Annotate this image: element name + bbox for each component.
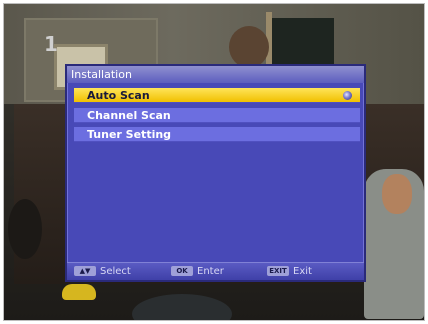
background-person-face [382,174,412,214]
background-yellow-object [62,284,96,300]
tv-screen: 1 Installation Auto Scan Channel Scan Tu… [3,3,425,321]
ok-key-icon: OK [171,266,193,276]
footer-enter-label: Enter [197,266,224,277]
menu-item-auto-scan[interactable]: Auto Scan [74,88,360,103]
background-person-left [8,199,42,259]
installation-menu: Installation Auto Scan Channel Scan Tune… [65,64,366,282]
exit-key-icon: EXIT [267,266,289,276]
menu-item-label: Tuner Setting [87,128,172,141]
menu-title: Installation [67,66,364,83]
selected-indicator-icon [343,91,352,100]
menu-item-label: Channel Scan [87,109,171,122]
background-person-bottom [132,294,232,320]
channel-logo: 1 [44,32,58,56]
up-down-arrow-icon: ▲▼ [74,266,96,276]
menu-item-label: Auto Scan [87,89,150,102]
menu-item-channel-scan[interactable]: Channel Scan [74,108,360,123]
footer-exit-label: Exit [293,266,312,277]
footer-select-label: Select [100,266,131,277]
background-person-head [229,26,269,68]
menu-item-tuner-setting[interactable]: Tuner Setting [74,127,360,142]
menu-footer: ▲▼ Select OK Enter EXIT Exit [67,262,364,280]
